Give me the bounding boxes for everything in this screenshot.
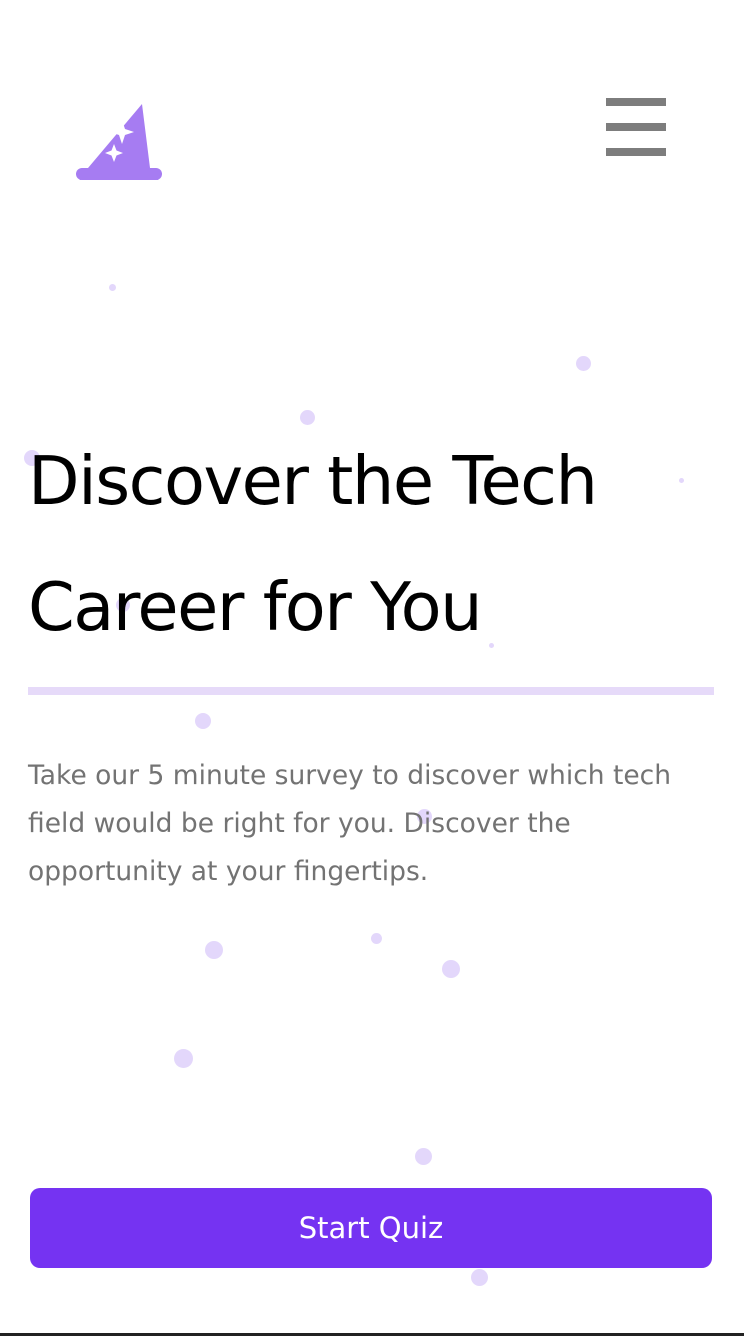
menu-bar-bottom bbox=[606, 148, 666, 156]
particle bbox=[371, 933, 382, 944]
particle bbox=[195, 713, 211, 729]
particle bbox=[442, 960, 460, 978]
particle bbox=[471, 1269, 488, 1286]
hamburger-menu-icon[interactable] bbox=[604, 96, 668, 160]
start-quiz-button[interactable]: Start Quiz bbox=[30, 1188, 712, 1268]
menu-bar-top bbox=[606, 98, 666, 106]
particle bbox=[109, 284, 116, 291]
particle bbox=[205, 941, 223, 959]
particle bbox=[576, 356, 591, 371]
hero-description: Take our 5 minute survey to discover whi… bbox=[28, 760, 672, 887]
wizard-hat-icon[interactable] bbox=[74, 102, 164, 182]
particle bbox=[174, 1049, 193, 1068]
title-underline-divider bbox=[28, 687, 714, 695]
particle bbox=[415, 1148, 432, 1165]
hero-title: Discover the Tech Career for You bbox=[28, 418, 718, 670]
menu-bar-middle bbox=[606, 123, 666, 131]
hero-title-line-2: Career for You bbox=[28, 568, 483, 646]
hero-title-line-1: Discover the Tech bbox=[28, 442, 598, 520]
app-header bbox=[0, 0, 744, 200]
